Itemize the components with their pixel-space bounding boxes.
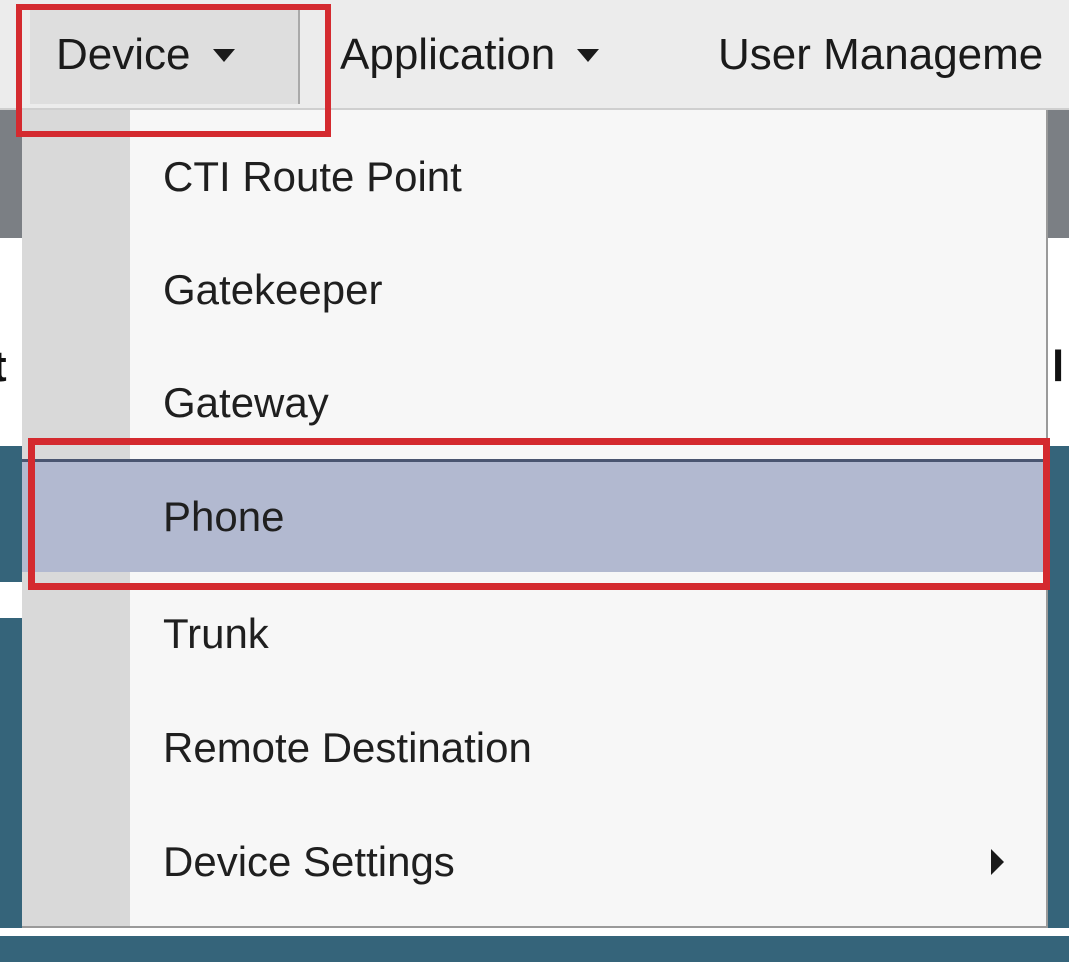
menu-device-label: Device: [56, 30, 191, 79]
page-heading-fragment-left: t: [0, 342, 7, 392]
menu-user-management-label: User Manageme: [718, 30, 1044, 79]
menu-item-gateway[interactable]: Gateway: [22, 346, 1046, 459]
chevron-down-icon: [212, 48, 235, 62]
menu-item-phone[interactable]: Phone: [22, 459, 1046, 572]
page-field-strip: [0, 582, 22, 618]
menu-item-gatekeeper[interactable]: Gatekeeper: [22, 233, 1046, 346]
menu-device[interactable]: Device: [30, 6, 300, 104]
main-menu-bar: Device Application User Manageme: [0, 0, 1069, 110]
menu-item-remote-destination[interactable]: Remote Destination: [22, 691, 1046, 804]
menu-item-label: CTI Route Point: [163, 152, 462, 200]
menu-item-label: Device Settings: [163, 837, 455, 885]
menu-application-label: Application: [340, 30, 556, 79]
page-divider: [0, 928, 1069, 936]
menu-item-label: Gateway: [163, 378, 329, 426]
page-heading-fragment-right: l: [1052, 342, 1065, 391]
menu-application[interactable]: Application: [340, 6, 600, 104]
menu-item-trunk[interactable]: Trunk: [22, 577, 1046, 690]
menu-item-device-settings[interactable]: Device Settings: [22, 805, 1046, 918]
device-dropdown-menu: CTI Route Point Gatekeeper Gateway Phone…: [22, 110, 1048, 928]
chevron-down-icon: [577, 48, 600, 62]
menu-item-label: Trunk: [163, 609, 269, 657]
menu-user-management[interactable]: User Manageme: [718, 6, 1043, 104]
menu-item-cti-route-point[interactable]: CTI Route Point: [22, 120, 1046, 233]
menu-item-label: Remote Destination: [163, 723, 532, 771]
menu-item-label: Gatekeeper: [163, 265, 383, 313]
chevron-right-icon: [991, 848, 1004, 875]
menu-item-label: Phone: [163, 493, 285, 540]
